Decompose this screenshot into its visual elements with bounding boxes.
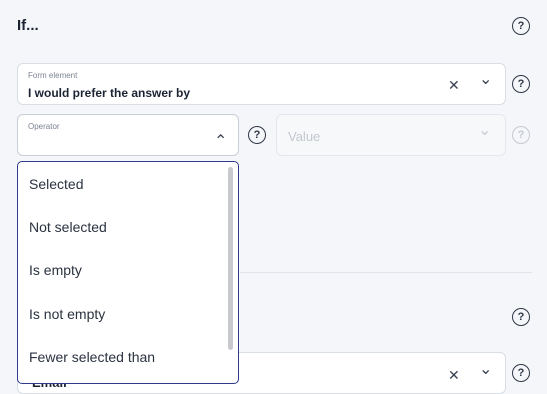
form-element-select[interactable]: Form element I would prefer the answer b… [17, 63, 506, 105]
option-selected[interactable]: Selected [29, 176, 83, 192]
operator-dropdown-list[interactable]: Selected Not selected Is empty Is not em… [17, 161, 239, 384]
second-chevron-down-icon[interactable]: ⌄ [479, 362, 492, 378]
form-element-value: I would prefer the answer by [28, 86, 191, 100]
chevron-down-icon[interactable]: ⌄ [479, 72, 492, 88]
option-not-selected[interactable]: Not selected [29, 219, 107, 235]
operator-select[interactable]: Operator ⌃ [17, 114, 239, 156]
value-placeholder: Value [288, 129, 321, 144]
form-element-label: Form element [28, 71, 78, 80]
operator-label: Operator [28, 122, 60, 131]
second-form-element-help-icon[interactable]: ? [512, 364, 530, 382]
value-select: Value ⌄ [276, 114, 506, 156]
value-chevron-down-icon: ⌄ [478, 122, 492, 139]
condition-help-icon[interactable]: ? [512, 17, 530, 35]
form-element-help-icon[interactable]: ? [512, 75, 530, 93]
option-is-empty[interactable]: Is empty [29, 262, 82, 278]
condition-title: If... [17, 17, 39, 34]
value-help-icon: ? [512, 126, 530, 144]
second-clear-icon[interactable]: ✕ [448, 367, 460, 383]
second-help-icon[interactable]: ? [512, 308, 530, 326]
clear-icon[interactable]: ✕ [448, 77, 460, 93]
option-is-not-empty[interactable]: Is not empty [29, 306, 105, 322]
chevron-up-icon[interactable]: ⌃ [214, 134, 227, 150]
section-divider [240, 272, 532, 273]
operator-help-icon[interactable]: ? [248, 126, 266, 144]
dropdown-scrollbar[interactable] [228, 167, 233, 350]
option-fewer-selected-than[interactable]: Fewer selected than [29, 349, 155, 365]
